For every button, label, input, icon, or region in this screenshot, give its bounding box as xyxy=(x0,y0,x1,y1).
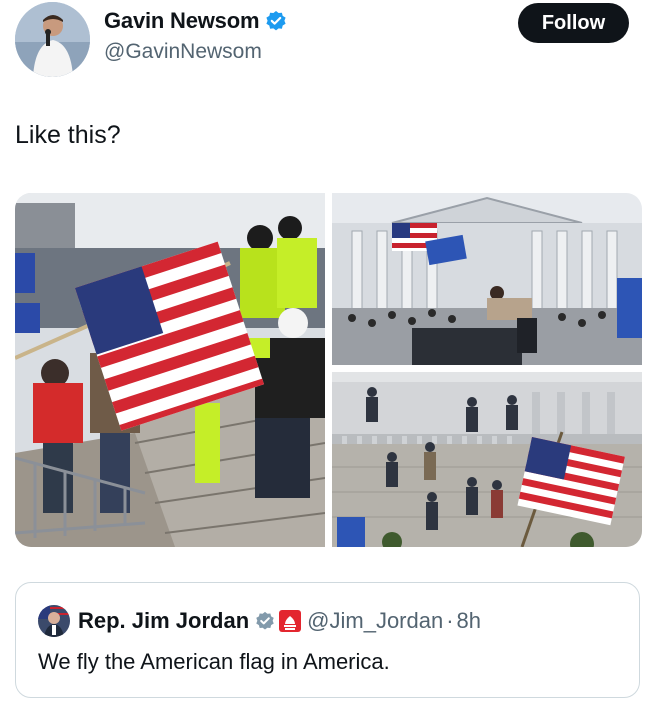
quote-header: Rep. Jim Jordan @Jim_Jordan · 8h xyxy=(78,605,481,637)
author-name[interactable]: Gavin Newsom xyxy=(104,8,260,34)
quote-timestamp[interactable]: 8h xyxy=(457,608,481,634)
media-grid[interactable] xyxy=(15,193,642,547)
author-name-row[interactable]: Gavin Newsom xyxy=(104,8,287,34)
follow-button[interactable]: Follow xyxy=(518,3,629,43)
verified-badge-icon xyxy=(265,10,287,32)
author-handle[interactable]: @GavinNewsom xyxy=(104,40,262,64)
author-avatar[interactable] xyxy=(15,2,90,77)
quote-text: We fly the American flag in America. xyxy=(38,649,390,674)
quote-separator: · xyxy=(446,608,454,633)
photo-police-flag-steps[interactable] xyxy=(15,193,325,547)
quote-author-handle[interactable]: @Jim_Jordan xyxy=(307,608,443,634)
verified-badge-icon xyxy=(255,611,275,631)
photo-capitol-wall-climbers[interactable] xyxy=(332,372,642,547)
quote-author-avatar[interactable] xyxy=(38,605,70,637)
quote-author-name[interactable]: Rep. Jim Jordan xyxy=(78,608,249,634)
government-affiliation-badge-icon xyxy=(279,610,302,632)
tweet-text: Like this? xyxy=(15,121,121,149)
photo-capitol-crowd-flags[interactable] xyxy=(332,193,642,365)
quoted-tweet[interactable]: Rep. Jim Jordan @Jim_Jordan · 8h We fly … xyxy=(15,582,640,698)
